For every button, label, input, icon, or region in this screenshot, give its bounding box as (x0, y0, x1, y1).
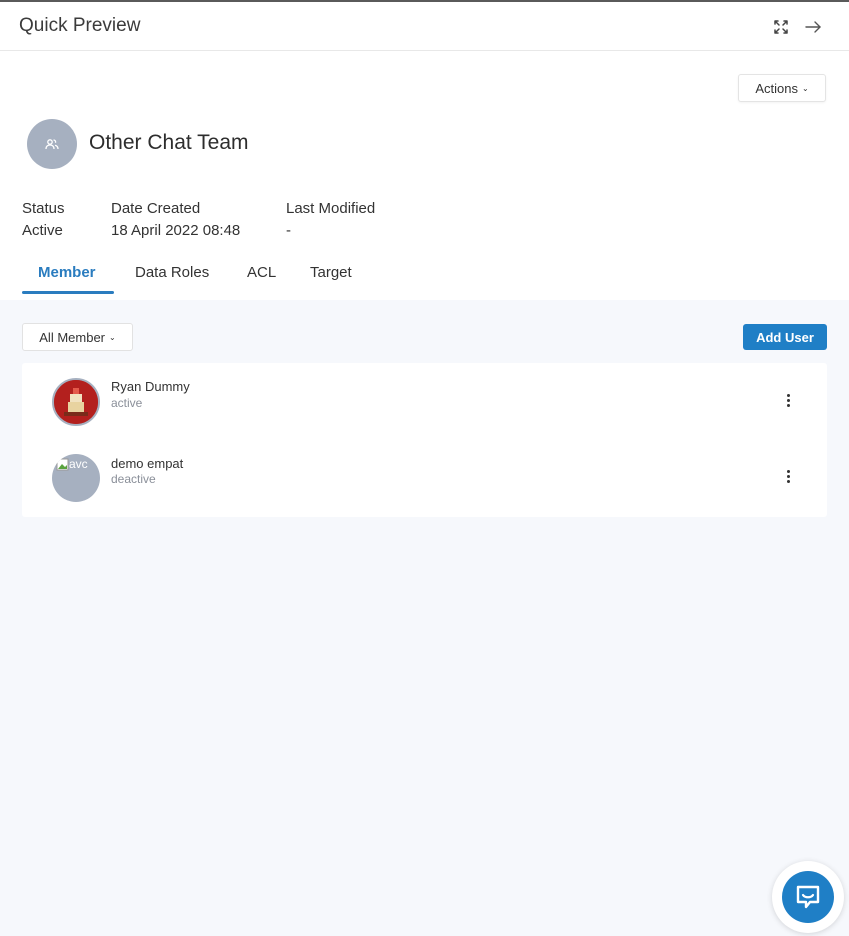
chat-widget-button[interactable] (772, 861, 844, 933)
tab-acl[interactable]: ACL (247, 264, 276, 281)
expand-icon[interactable] (772, 18, 790, 36)
list-item[interactable]: avc demo empat deactive (22, 439, 827, 515)
broken-image-alt-text: avc (69, 457, 88, 471)
actions-label: Actions (755, 80, 798, 96)
list-item[interactable]: Ryan Dummy active (22, 363, 827, 439)
member-status: active (111, 396, 143, 410)
tab-bar: Member Data Roles ACL Target (0, 256, 849, 296)
member-list: Ryan Dummy active avc demo empat deactiv… (22, 363, 827, 517)
team-avatar (27, 119, 77, 169)
filter-label: All Member (39, 329, 106, 345)
tab-target[interactable]: Target (310, 264, 352, 281)
last-modified-value: - (286, 222, 291, 239)
more-options-icon[interactable] (780, 466, 796, 486)
status-value: Active (22, 222, 63, 239)
date-created-value: 18 April 2022 08:48 (111, 222, 241, 239)
actions-dropdown-button[interactable]: Actions ⌄ (738, 74, 826, 102)
tab-data-roles[interactable]: Data Roles (135, 264, 209, 281)
avatar: avc (52, 454, 100, 502)
page-title: Quick Preview (19, 15, 141, 36)
add-user-button[interactable]: Add User (743, 324, 827, 350)
member-status: deactive (111, 472, 156, 486)
team-name: Other Chat Team (89, 131, 249, 154)
users-icon (45, 139, 59, 150)
broken-image-icon (56, 458, 69, 471)
chat-fab-inner (782, 871, 834, 923)
more-options-icon[interactable] (780, 390, 796, 410)
tab-member[interactable]: Member (38, 264, 96, 281)
date-created-label: Date Created (111, 200, 201, 217)
quick-preview-header: Quick Preview (0, 2, 849, 51)
member-name: Ryan Dummy (111, 379, 190, 394)
active-tab-indicator (22, 291, 114, 294)
last-modified-label: Last Modified (286, 200, 376, 217)
status-label: Status (22, 200, 65, 217)
chevron-down-icon: ⌄ (801, 83, 809, 93)
member-filter-dropdown[interactable]: All Member ⌄ (22, 323, 133, 351)
avatar (52, 378, 100, 426)
chevron-down-icon: ⌄ (109, 332, 116, 342)
chat-icon (796, 885, 820, 909)
arrow-right-icon[interactable] (804, 18, 822, 36)
member-name: demo empat (111, 456, 184, 471)
